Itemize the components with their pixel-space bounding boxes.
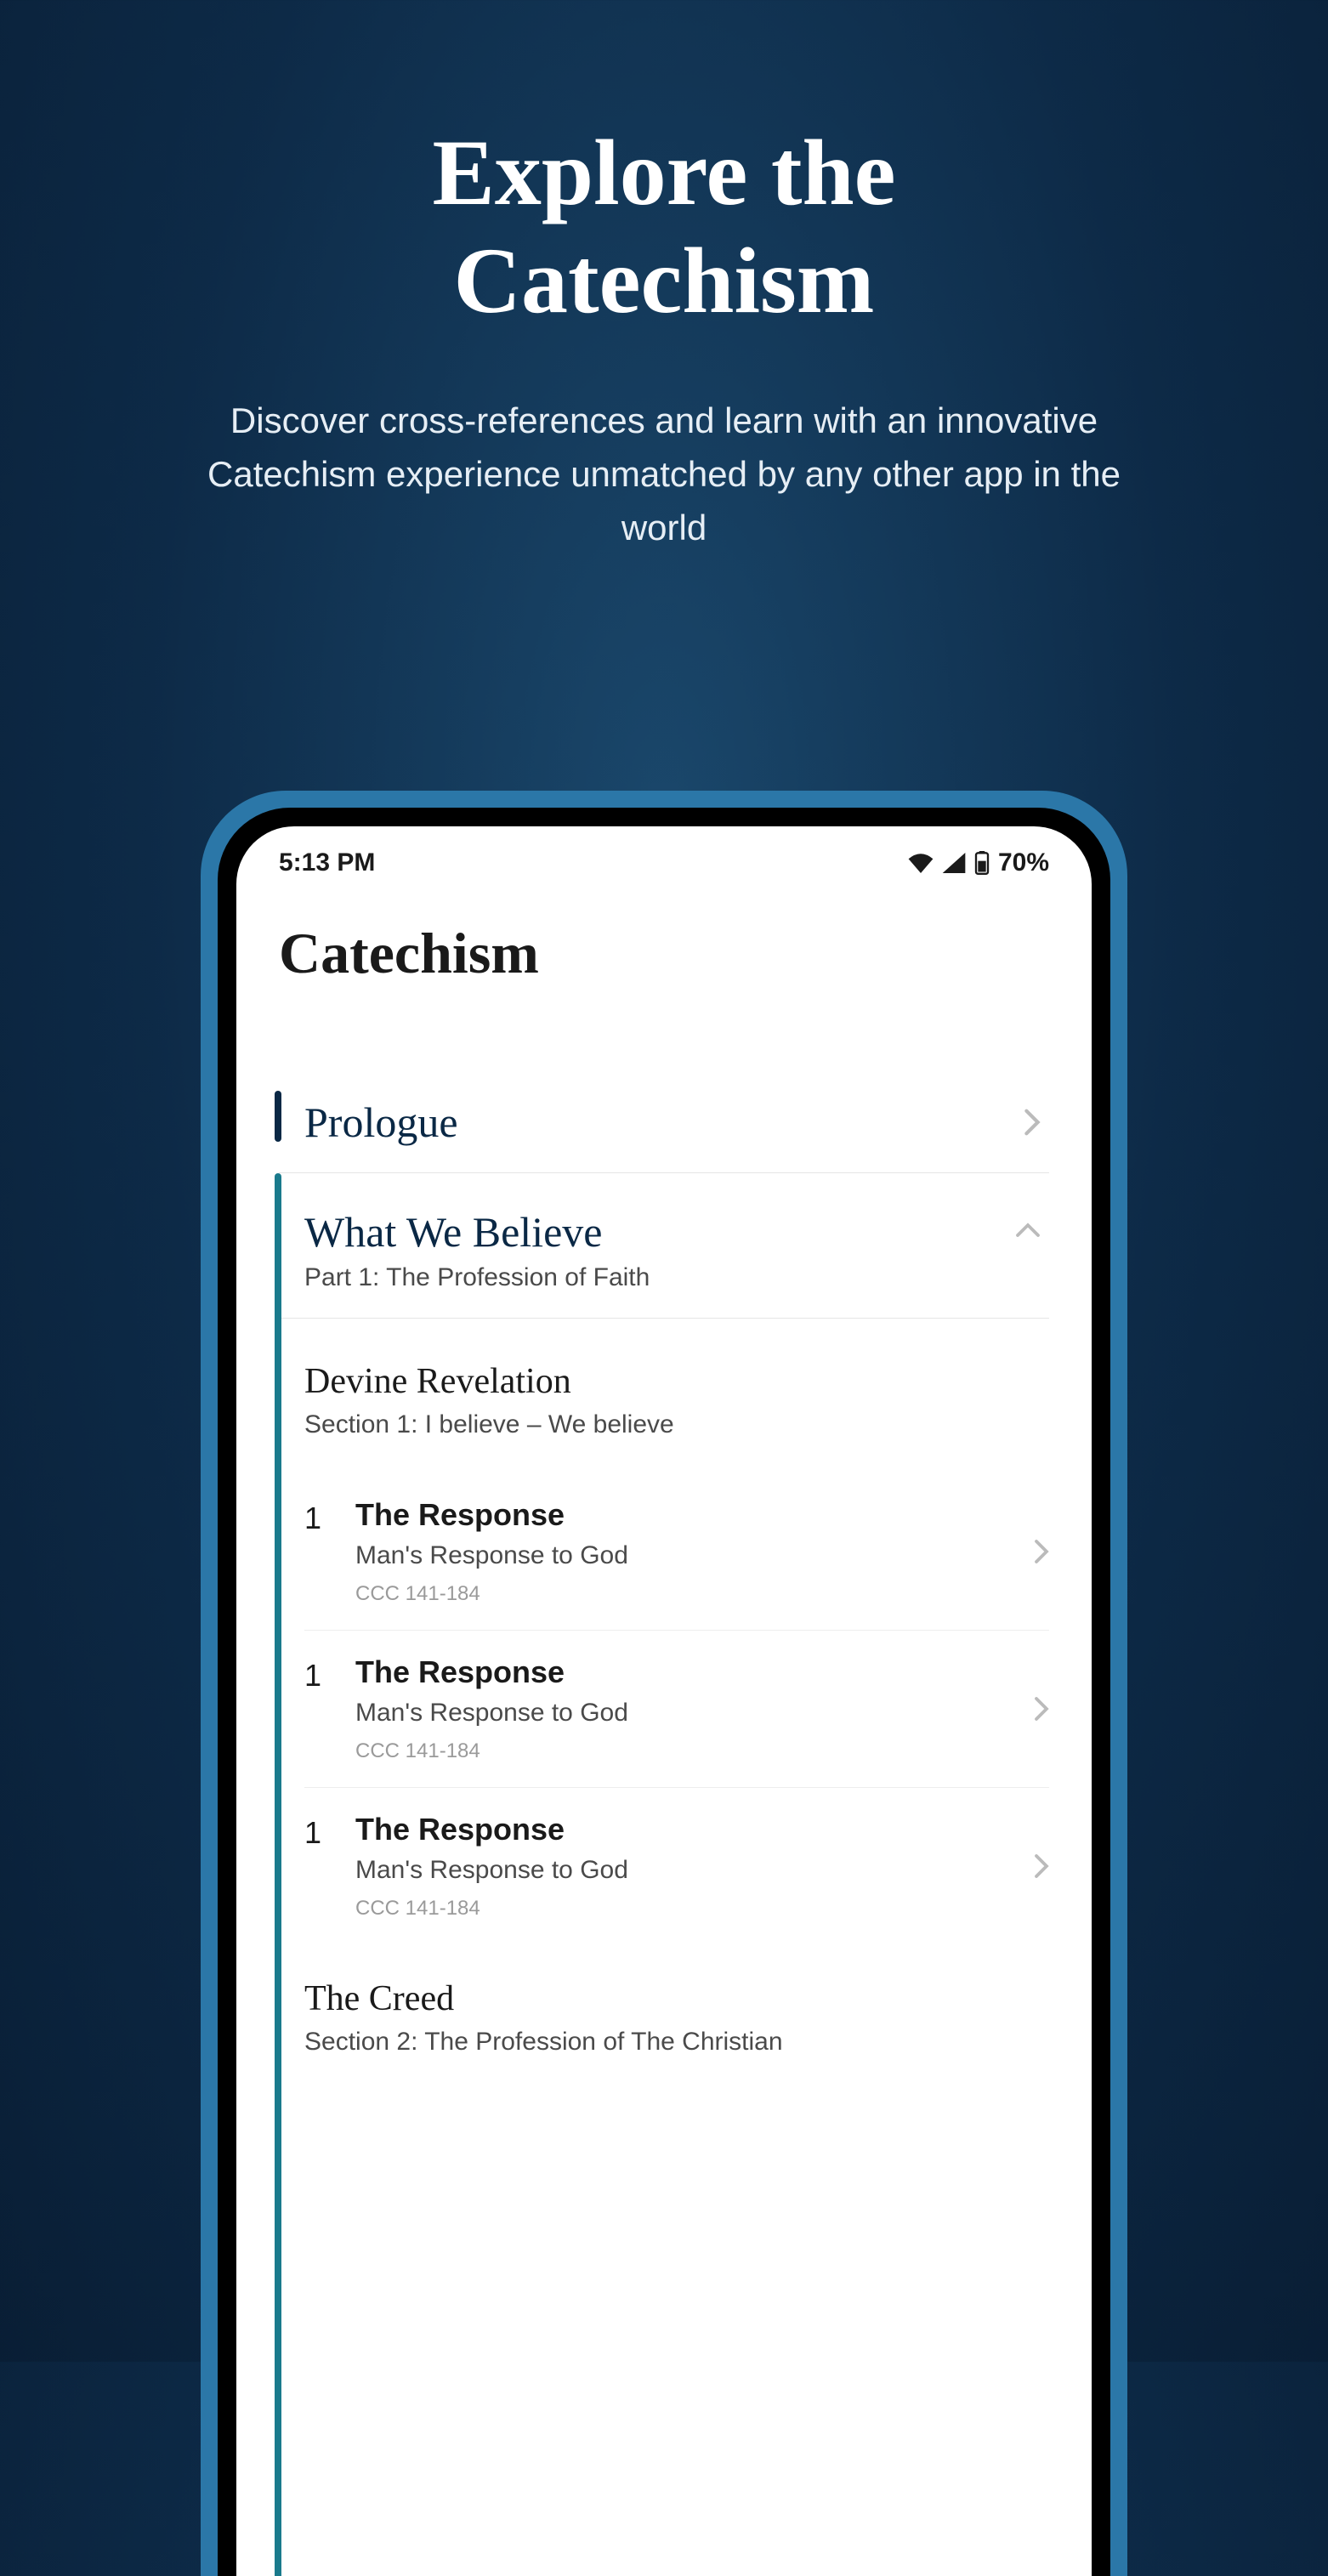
item-number: 1: [304, 1497, 355, 1536]
phone-bezel: 5:13 PM 70% Catechism Prologue: [218, 808, 1110, 2576]
item-reference: CCC 141-184: [355, 1582, 1034, 1606]
battery-percent: 70%: [998, 848, 1049, 877]
item-title: The Response: [355, 1654, 1034, 1690]
phone-frame: 5:13 PM 70% Catechism Prologue: [201, 791, 1127, 2576]
wifi-icon: [908, 853, 934, 873]
subsection-subtitle: Section 2: The Profession of The Christi…: [304, 2028, 1049, 2057]
items-list: 1 The Response Man's Response to God CCC…: [279, 1473, 1049, 1944]
item-number: 1: [304, 1812, 355, 1851]
subsection-subtitle: Section 1: I believe – We believe: [304, 1410, 1049, 1439]
section-subtitle: Part 1: The Profession of Faith: [304, 1263, 650, 1292]
accent-bar-expanded: [275, 1173, 281, 2576]
item-subtitle: Man's Response to God: [355, 1541, 1034, 1570]
item-number: 1: [304, 1654, 355, 1694]
section-title: What We Believe: [304, 1207, 650, 1257]
item-subtitle: Man's Response to God: [355, 1699, 1034, 1728]
chevron-up-icon: [1015, 1223, 1041, 1238]
page-title: Catechism: [236, 886, 1092, 1004]
subsection-title: Devine Revelation: [304, 1361, 1049, 1402]
item-reference: CCC 141-184: [355, 1897, 1034, 1921]
section-title: Prologue: [304, 1098, 458, 1147]
chevron-right-icon: [1034, 1853, 1049, 1879]
item-subtitle: Man's Response to God: [355, 1856, 1034, 1885]
list-item[interactable]: 1 The Response Man's Response to God CCC…: [304, 1473, 1049, 1631]
item-reference: CCC 141-184: [355, 1739, 1034, 1763]
subsection-divine-revelation: Devine Revelation Section 1: I believe –…: [279, 1319, 1049, 1439]
section-prologue[interactable]: Prologue: [279, 1072, 1049, 1173]
list-item[interactable]: 1 The Response Man's Response to God CCC…: [304, 1631, 1049, 1788]
section-header[interactable]: What We Believe Part 1: The Profession o…: [279, 1173, 1049, 1318]
list-item[interactable]: 1 The Response Man's Response to God CCC…: [304, 1788, 1049, 1944]
item-title: The Response: [355, 1497, 1034, 1533]
signal-icon: [942, 853, 966, 873]
status-bar: 5:13 PM 70%: [236, 826, 1092, 886]
chevron-right-icon: [1034, 1696, 1049, 1722]
hero-subtitle: Discover cross-references and learn with…: [0, 394, 1328, 554]
section-what-we-believe: What We Believe Part 1: The Profession o…: [279, 1173, 1049, 1319]
subsection-title: The Creed: [304, 1978, 1049, 2019]
hero-title: Explore the Catechism: [0, 0, 1328, 334]
subsection-the-creed: The Creed Section 2: The Profession of T…: [279, 1944, 1049, 2057]
phone-screen: 5:13 PM 70% Catechism Prologue: [236, 826, 1092, 2576]
battery-icon: [974, 851, 990, 875]
chevron-right-icon: [1024, 1107, 1041, 1138]
status-right: 70%: [908, 848, 1049, 877]
accent-bar: [275, 1091, 281, 1142]
status-time: 5:13 PM: [279, 848, 375, 877]
item-title: The Response: [355, 1812, 1034, 1847]
chevron-right-icon: [1034, 1539, 1049, 1564]
